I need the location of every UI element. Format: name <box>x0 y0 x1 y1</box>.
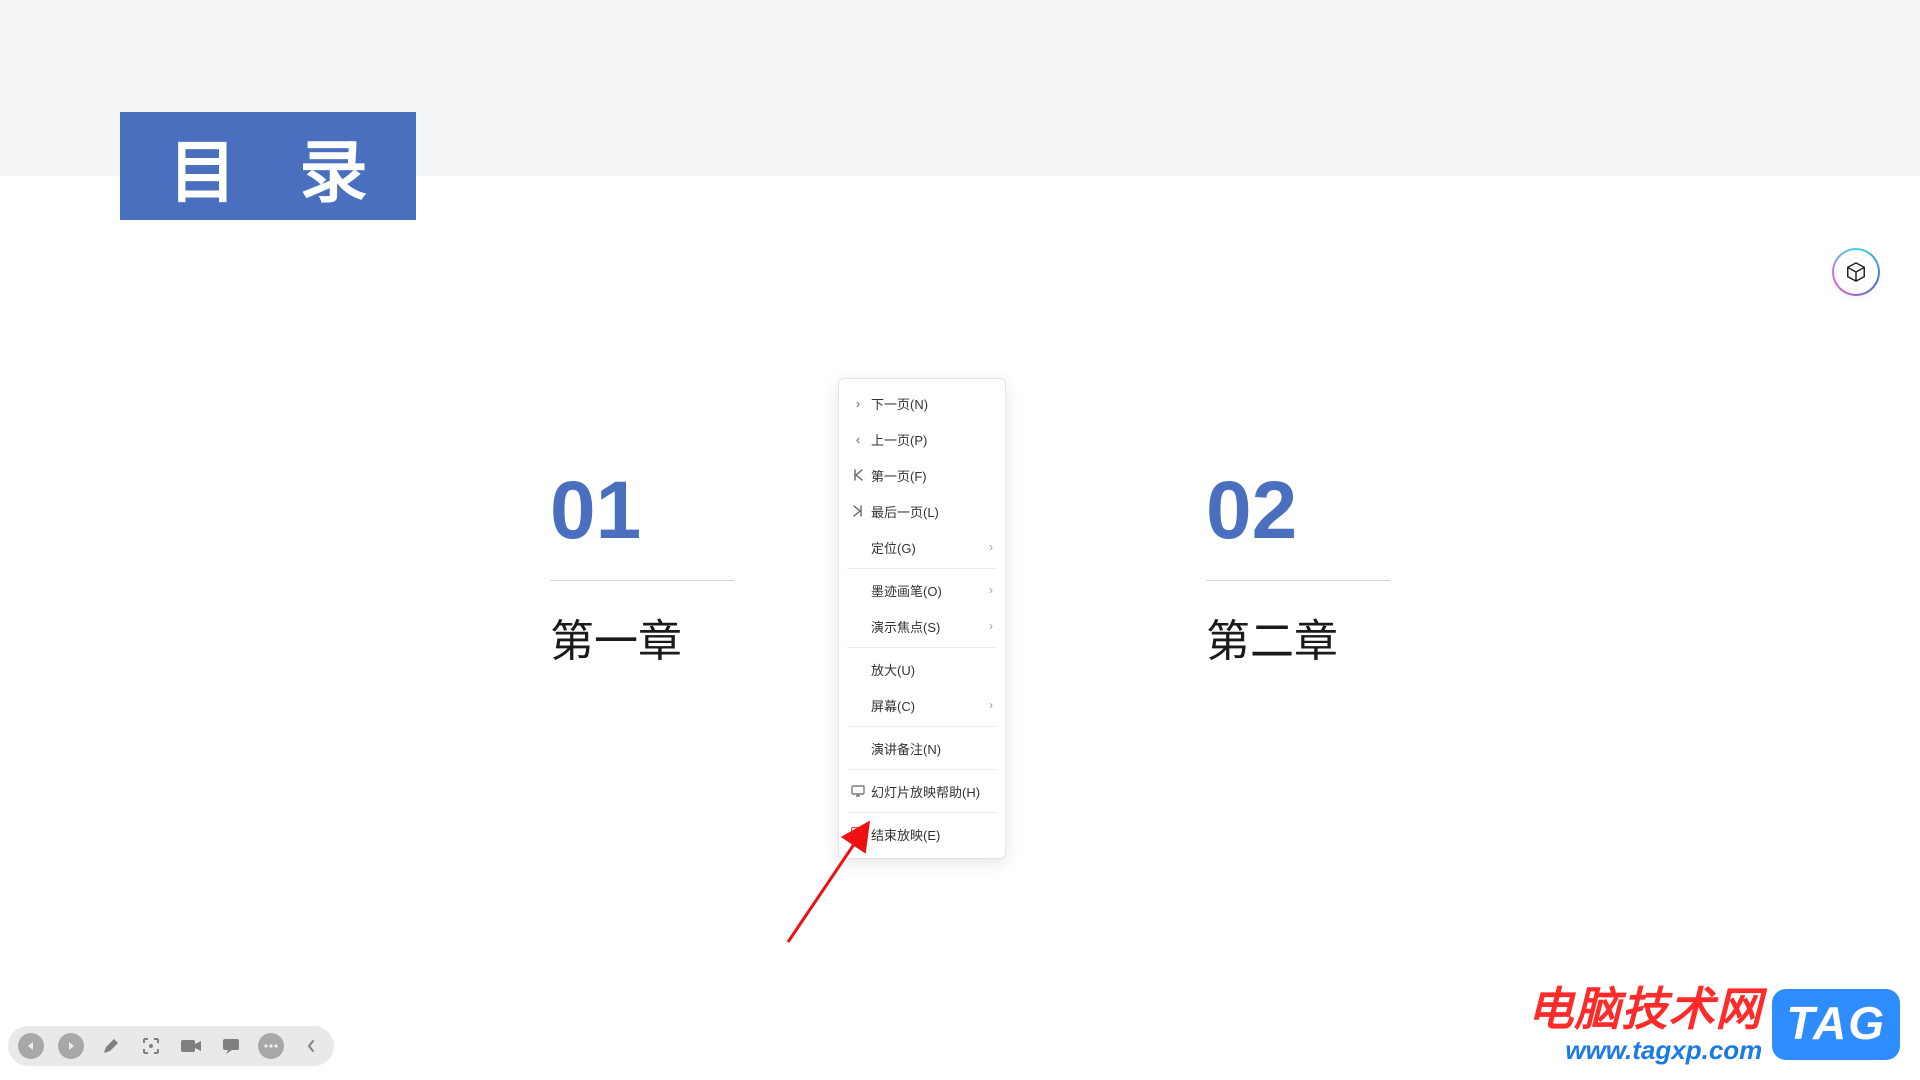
menu-item-label: 最后一页(L) <box>867 502 995 521</box>
menu-separator <box>847 726 997 727</box>
page-title: 目 录 <box>147 117 390 216</box>
submenu-arrow-icon: › <box>989 698 995 712</box>
section-number: 02 <box>1206 470 1390 552</box>
submenu-arrow-icon: › <box>989 619 995 633</box>
notes-button[interactable] <box>218 1033 244 1059</box>
section-01: 01 第一章 <box>550 470 734 669</box>
menu-item-label: 放大(U) <box>867 660 995 679</box>
menu-separator <box>847 568 997 569</box>
focus-icon <box>141 1036 161 1056</box>
menu-prev-page[interactable]: ‹ 上一页(P) <box>839 421 1005 457</box>
menu-zoom-in[interactable]: 放大(U) <box>839 651 1005 687</box>
menu-speaker-notes[interactable]: 演讲备注(N) <box>839 730 1005 766</box>
menu-item-label: 定位(G) <box>867 538 989 557</box>
triangle-left-icon <box>25 1040 37 1052</box>
section-label: 第一章 <box>550 605 734 669</box>
menu-item-label: 演示焦点(S) <box>867 617 989 636</box>
menu-presentation-focus[interactable]: 演示焦点(S) › <box>839 608 1005 644</box>
menu-screen[interactable]: 屏幕(C) › <box>839 687 1005 723</box>
skip-start-icon <box>849 469 867 481</box>
menu-item-label: 下一页(N) <box>867 394 995 413</box>
menu-item-label: 第一页(F) <box>867 466 995 485</box>
menu-item-label: 演讲备注(N) <box>867 739 995 758</box>
camera-icon <box>180 1038 202 1054</box>
menu-last-page[interactable]: 最后一页(L) <box>839 493 1005 529</box>
watermark-tag: TAG <box>1772 989 1900 1060</box>
section-02: 02 第二章 <box>1206 470 1390 669</box>
chevron-left-icon <box>306 1039 316 1053</box>
menu-separator <box>847 769 997 770</box>
menu-end-show[interactable]: ✕ 结束放映(E) <box>839 816 1005 852</box>
menu-item-label: 幻灯片放映帮助(H) <box>867 782 995 801</box>
submenu-arrow-icon: › <box>989 583 995 597</box>
menu-next-page[interactable]: › 下一页(N) <box>839 385 1005 421</box>
section-label: 第二章 <box>1206 605 1390 669</box>
pen-button[interactable] <box>98 1033 124 1059</box>
menu-item-label: 结束放映(E) <box>867 825 995 844</box>
next-button[interactable] <box>58 1033 84 1059</box>
watermark-text: 电脑技术网 <box>1527 983 1762 1036</box>
focus-button[interactable] <box>138 1033 164 1059</box>
triangle-right-icon <box>65 1040 77 1052</box>
pen-icon <box>101 1036 121 1056</box>
assistant-badge[interactable] <box>1834 250 1878 294</box>
skip-end-icon <box>849 505 867 517</box>
slideshow-toolbar <box>8 1026 334 1066</box>
menu-item-label: 墨迹画笔(O) <box>867 581 989 600</box>
notes-icon <box>221 1037 241 1055</box>
more-button[interactable] <box>258 1033 284 1059</box>
submenu-arrow-icon: › <box>989 540 995 554</box>
close-icon: ✕ <box>849 827 867 841</box>
page-title-box: 目 录 <box>120 112 416 220</box>
menu-separator <box>847 647 997 648</box>
watermark-url: www.tagxp.com <box>1527 1036 1762 1066</box>
menu-ink-pen[interactable]: 墨迹画笔(O) › <box>839 572 1005 608</box>
record-button[interactable] <box>178 1033 204 1059</box>
chevron-left-icon: ‹ <box>849 432 867 447</box>
divider <box>1206 580 1390 581</box>
menu-goto[interactable]: 定位(G) › <box>839 529 1005 565</box>
cube-icon <box>1845 261 1867 283</box>
context-menu: › 下一页(N) ‹ 上一页(P) 第一页(F) 最后一页(L) 定位(G) ›… <box>838 378 1006 859</box>
watermark: 电脑技术网 www.tagxp.com TAG <box>1527 983 1900 1066</box>
menu-item-label: 上一页(P) <box>867 430 995 449</box>
prev-button[interactable] <box>18 1033 44 1059</box>
more-icon <box>264 1044 278 1048</box>
collapse-button[interactable] <box>298 1033 324 1059</box>
menu-item-label: 屏幕(C) <box>867 696 989 715</box>
menu-separator <box>847 812 997 813</box>
monitor-icon <box>849 785 867 797</box>
menu-first-page[interactable]: 第一页(F) <box>839 457 1005 493</box>
chevron-right-icon: › <box>849 396 867 411</box>
divider <box>550 580 734 581</box>
menu-slideshow-help[interactable]: 幻灯片放映帮助(H) <box>839 773 1005 809</box>
section-number: 01 <box>550 470 734 552</box>
